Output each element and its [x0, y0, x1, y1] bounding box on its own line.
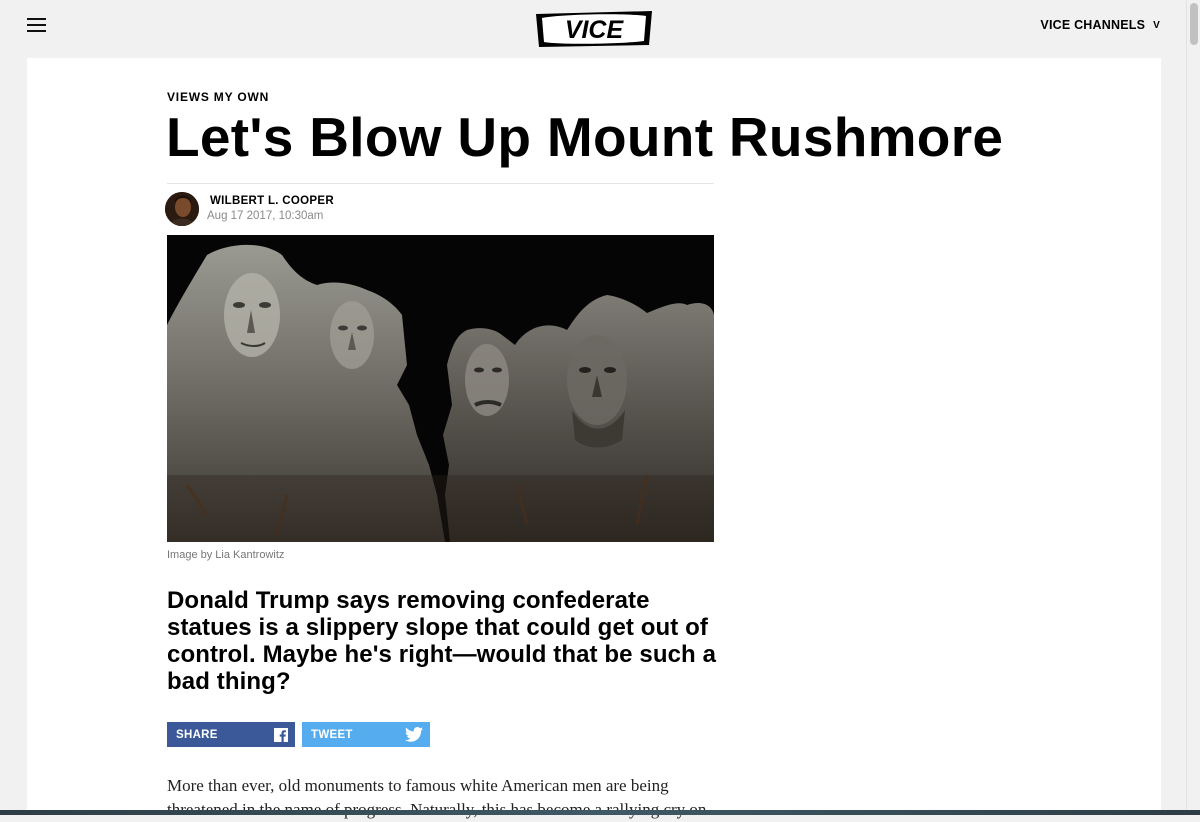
chevron-down-icon[interactable]: V: [1153, 20, 1160, 31]
menu-icon[interactable]: [27, 17, 46, 32]
scrollbar[interactable]: [1186, 0, 1200, 815]
vice-logo[interactable]: VICE: [532, 8, 656, 50]
scrollbar-thumb[interactable]: [1190, 3, 1198, 45]
article-title: Let's Blow Up Mount Rushmore: [166, 106, 1004, 168]
twitter-share-button[interactable]: TWEET: [302, 722, 430, 747]
avatar-image: [165, 192, 199, 226]
vice-channels-label[interactable]: VICE CHANNELS: [1040, 18, 1145, 32]
article-kicker[interactable]: VIEWS MY OWN: [167, 90, 269, 104]
facebook-icon[interactable]: [274, 727, 288, 742]
mount-rushmore-illustration: [167, 235, 714, 542]
article-card: VIEWS MY OWN Let's Blow Up Mount Rushmor…: [27, 58, 1161, 819]
logo-text: VICE: [565, 16, 625, 44]
twitter-icon[interactable]: [405, 727, 423, 742]
article-dek: Donald Trump says removing confederate s…: [167, 587, 717, 695]
facebook-share-button[interactable]: SHARE: [167, 722, 295, 747]
top-navigation-bar: VICE VICE CHANNELS V: [0, 0, 1200, 58]
image-caption: Image by Lia Kantrowitz: [167, 549, 285, 561]
publish-date: Aug 17 2017, 10:30am: [207, 210, 324, 222]
author-avatar[interactable]: [165, 192, 199, 226]
bottom-edge: [0, 810, 1200, 815]
hero-image-mount-rushmore: [167, 235, 714, 542]
author-name[interactable]: WILBERT L. COOPER: [210, 195, 334, 207]
divider: [167, 183, 714, 184]
facebook-share-label[interactable]: SHARE: [176, 729, 218, 741]
vice-channels-menu[interactable]: VICE CHANNELS V: [1040, 17, 1160, 33]
twitter-share-label[interactable]: TWEET: [311, 729, 353, 741]
